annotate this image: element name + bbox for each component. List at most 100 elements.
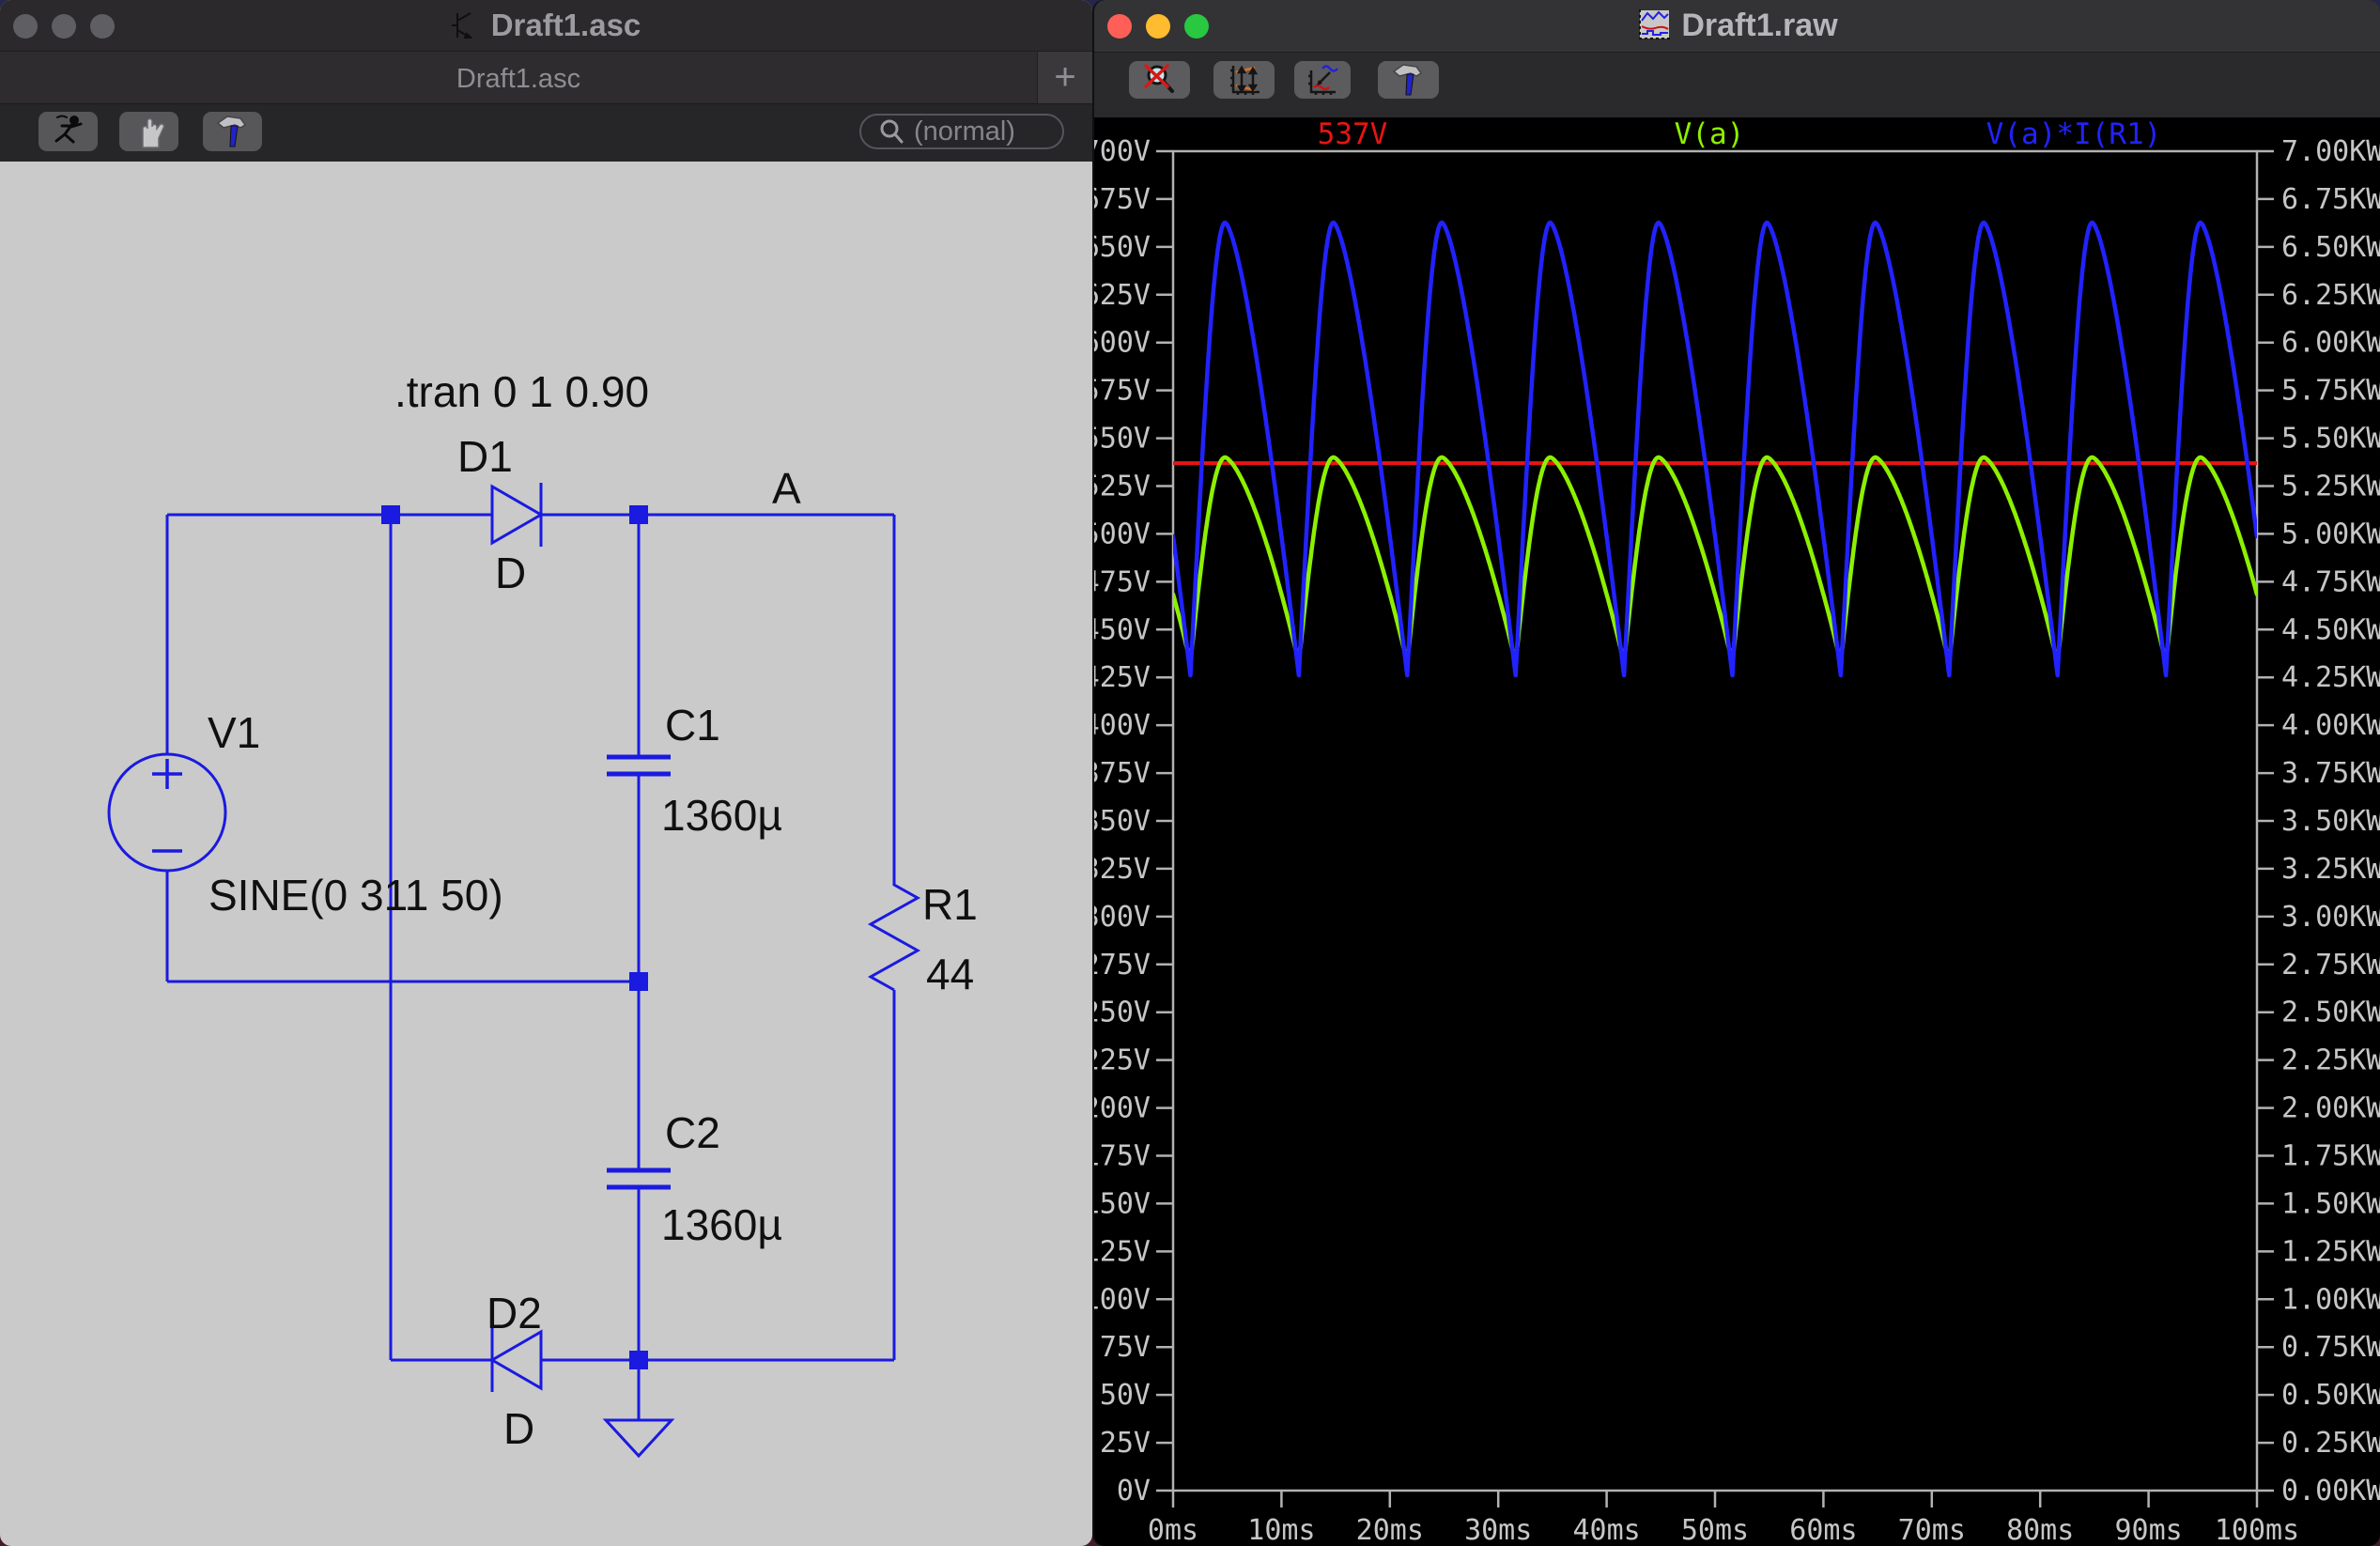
right-axis-tick-label: 5.75KW: [2281, 375, 2380, 408]
left-axis-tick-label: 100V: [1094, 1283, 1151, 1316]
pan-button[interactable]: [119, 112, 178, 151]
right-axis-tick-label: 6.75KW: [2281, 183, 2380, 216]
time-axis-tick-label: 90ms: [2114, 1514, 2182, 1546]
tran-directive[interactable]: .tran 0 1 0.90: [394, 367, 649, 416]
right-axis-tick-label: 0.75KW: [2281, 1331, 2380, 1364]
plot-settings-button[interactable]: [1294, 61, 1351, 99]
control-panel-button[interactable]: [1378, 61, 1439, 99]
v1-value-label: SINE(0 311 50): [209, 871, 503, 920]
time-axis-tick-label: 20ms: [1356, 1514, 1424, 1546]
d2-label: D2: [487, 1289, 542, 1337]
right-axis-tick-label: 6.00KW: [2281, 327, 2380, 360]
right-axis-tick-label: 2.25KW: [2281, 1044, 2380, 1077]
left-titlebar[interactable]: Draft1.asc: [0, 0, 1092, 51]
c1-symbol[interactable]: [607, 754, 671, 777]
left-axis-tick-label: 275V: [1094, 949, 1151, 982]
right-axis-tick-label: 7.00KW: [2281, 135, 2380, 168]
plot-frame: [1171, 149, 2259, 1492]
c2-value-label: 1360µ: [661, 1200, 782, 1249]
new-tab-button[interactable]: +: [1037, 52, 1092, 104]
left-axis-tick-label: 225V: [1094, 1044, 1151, 1077]
left-axis-tick-label: 25V: [1100, 1427, 1151, 1460]
waveform-window: Draft1.raw 537V V(a) V(a)*I(R1) 0V 25V 5…: [1094, 0, 2380, 1546]
right-window-title: Draft1.raw: [1094, 0, 2380, 52]
left-axis-tick-label: 525V: [1094, 471, 1151, 503]
autorange-axes-icon: [1229, 65, 1260, 95]
c2-symbol[interactable]: [607, 1167, 671, 1190]
time-axis-tick-label: 50ms: [1681, 1514, 1749, 1546]
schematic-canvas[interactable]: .tran 0 1 0.90 D1 D A V1 SINE(0 311 50) …: [0, 162, 1092, 1546]
r1-value-label: 44: [926, 950, 974, 998]
left-axis-tick-label: 475V: [1094, 565, 1151, 598]
r1-symbol[interactable]: [867, 879, 921, 992]
left-axis-tick-label: 500V: [1094, 518, 1151, 550]
right-axis-tick-label: 2.50KW: [2281, 997, 2380, 1029]
time-axis-tick-label: 70ms: [1898, 1514, 1966, 1546]
d1-model-label: D: [495, 549, 526, 597]
time-axis-tick-label: 60ms: [1789, 1514, 1857, 1546]
wire-junctions: [381, 505, 648, 1369]
d1-symbol[interactable]: [490, 483, 545, 547]
tab-draft1-asc[interactable]: Draft1.asc: [0, 52, 1037, 104]
v1-symbol[interactable]: [107, 752, 227, 873]
right-axis-tick-label: 5.00KW: [2281, 518, 2380, 550]
autorange-button[interactable]: [1213, 61, 1275, 99]
left-axis-tick-label: 550V: [1094, 423, 1151, 456]
left-axis-tick-label: 675V: [1094, 183, 1151, 216]
time-axis-tick-label: 0ms: [1148, 1514, 1198, 1546]
right-axis-tick-label: 1.25KW: [2281, 1235, 2380, 1268]
left-axis-tick-label: 700V: [1094, 135, 1151, 168]
left-axis-tick-label: 150V: [1094, 1187, 1151, 1220]
left-axis-tick-label: 325V: [1094, 853, 1151, 886]
d1-label: D1: [457, 432, 513, 481]
zoom-off-button[interactable]: [1129, 61, 1190, 99]
right-axis-tick-label: 3.25KW: [2281, 853, 2380, 886]
c1-label: C1: [665, 701, 720, 750]
node-a-label: A: [772, 464, 801, 513]
time-axis-tick-label: 80ms: [2006, 1514, 2074, 1546]
right-axis-tick-label: 2.00KW: [2281, 1092, 2380, 1125]
right-titlebar[interactable]: Draft1.raw: [1094, 0, 2380, 52]
left-axis-tick-label: 300V: [1094, 901, 1151, 934]
right-axis-tick-label: 5.25KW: [2281, 471, 2380, 503]
time-axis-tick-label: 10ms: [1247, 1514, 1315, 1546]
hammer-icon: [216, 116, 246, 147]
left-axis-tick-label: 0V: [1117, 1475, 1151, 1507]
right-axis-tick-label: 0.25KW: [2281, 1427, 2380, 1460]
run-button[interactable]: [39, 112, 98, 151]
c1-value-label: 1360µ: [661, 791, 782, 840]
time-axis-tick-label: 30ms: [1464, 1514, 1532, 1546]
right-axis-tick-label: 3.00KW: [2281, 901, 2380, 934]
r1-label: R1: [922, 880, 978, 929]
right-axis-tick-label: 4.75KW: [2281, 565, 2380, 598]
left-tab-bar: Draft1.asc +: [0, 51, 1092, 104]
left-axis-tick-label: 250V: [1094, 997, 1151, 1029]
left-axis-tick-label: 575V: [1094, 375, 1151, 408]
search-icon: [880, 119, 904, 144]
hand-icon: [141, 117, 164, 148]
waveform-doc-icon: [1636, 6, 1671, 57]
right-axis-tick-label: 4.50KW: [2281, 613, 2380, 646]
left-axis-tick-label: 600V: [1094, 327, 1151, 360]
left-axis-tick-label: 450V: [1094, 613, 1151, 646]
schematic-window: Draft1.asc Draft1.asc + (normal) .tran 0…: [0, 0, 1092, 1546]
waveform-plot[interactable]: 0V 25V 50V 75V 100V 125V 150V 175V 200V 225V 250V 2…: [1094, 117, 2380, 1546]
left-axis-tick-label: 400V: [1094, 709, 1151, 742]
d2-symbol[interactable]: [488, 1328, 543, 1392]
ground-symbol[interactable]: [602, 1418, 675, 1459]
left-axis-tick-label: 175V: [1094, 1140, 1151, 1173]
zoom-disabled-icon: [1143, 64, 1174, 93]
right-axis-tick-label: 1.75KW: [2281, 1140, 2380, 1173]
right-axis-tick-label: 1.50KW: [2281, 1187, 2380, 1220]
hammer-icon: [1392, 64, 1422, 96]
left-axis-tick-label: 425V: [1094, 661, 1151, 694]
time-axis-tick-label: 40ms: [1572, 1514, 1640, 1546]
search-field: [859, 114, 1064, 149]
control-panel-button[interactable]: [203, 112, 262, 151]
right-axis-tick-label: 4.00KW: [2281, 709, 2380, 742]
time-axis-tick-label: 100ms: [2215, 1514, 2299, 1546]
search-input[interactable]: [914, 116, 1045, 147]
right-axis-tick-label: 6.50KW: [2281, 231, 2380, 264]
plot-settings-icon: [1308, 65, 1338, 95]
right-axis-tick-label: 0.00KW: [2281, 1475, 2380, 1507]
